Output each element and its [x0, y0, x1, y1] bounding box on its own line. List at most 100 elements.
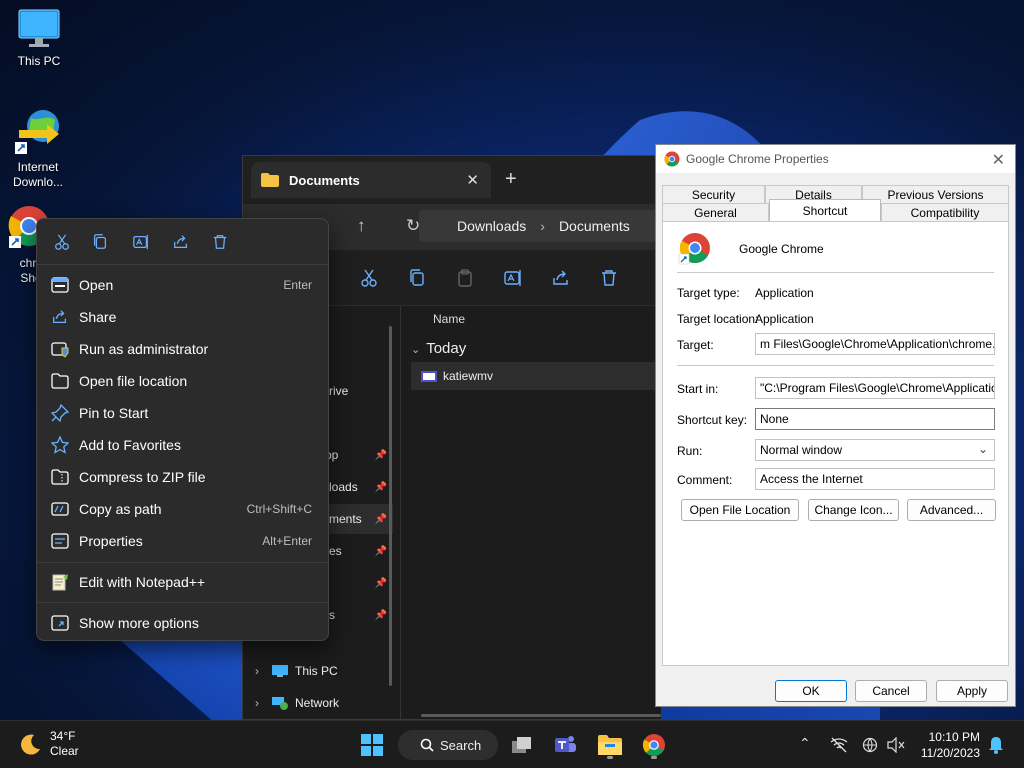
paste-icon[interactable] — [455, 268, 475, 288]
share-icon — [53, 310, 67, 324]
menu-item-run-as-administrator[interactable]: Run as administrator — [41, 334, 324, 364]
tree-item-label: Network — [295, 696, 340, 710]
ok-button[interactable]: OK — [775, 680, 847, 702]
zip-icon — [51, 469, 69, 485]
task-view-button[interactable] — [506, 729, 538, 761]
breadcrumb-documents[interactable]: Documents — [559, 218, 630, 234]
horizontal-scrollbar[interactable] — [421, 714, 661, 717]
breadcrumb-downloads[interactable]: Downloads — [457, 218, 526, 234]
folder-icon — [598, 735, 622, 755]
share-icon[interactable] — [551, 268, 571, 288]
notification-bell-icon[interactable] — [988, 736, 1004, 754]
chevron-right-icon[interactable]: › — [255, 696, 259, 710]
network-offline-icon[interactable] — [830, 737, 848, 753]
menu-item-label: Edit with Notepad++ — [79, 574, 206, 590]
divider — [677, 365, 994, 366]
nav-scrollbar[interactable] — [389, 326, 392, 686]
new-tab-button[interactable]: + — [505, 168, 517, 191]
tab-documents[interactable]: Documents ✕ — [251, 162, 491, 198]
copy-icon[interactable] — [91, 233, 109, 251]
copy-icon[interactable] — [407, 268, 427, 288]
delete-icon[interactable] — [211, 233, 229, 251]
pin-icon — [51, 404, 69, 422]
share-icon[interactable] — [172, 233, 190, 251]
menu-item-show-more-options[interactable]: Show more options — [41, 608, 324, 638]
breadcrumb[interactable]: Downloads › Documents — [419, 210, 661, 242]
tree-item-this-pc[interactable]: › This PC — [243, 656, 393, 686]
running-indicator — [651, 756, 657, 759]
menu-separator — [37, 602, 328, 603]
apply-button[interactable]: Apply — [936, 680, 1008, 702]
rename-icon[interactable] — [132, 233, 150, 251]
search-box[interactable]: Search — [398, 730, 498, 760]
tab-shortcut[interactable]: Shortcut — [769, 199, 881, 221]
cut-icon[interactable] — [53, 233, 71, 251]
chevron-up-icon[interactable]: ⌃ — [799, 735, 811, 752]
tree-item-network[interactable]: › Network — [243, 688, 393, 718]
monitor-icon — [18, 9, 60, 47]
cancel-button[interactable]: Cancel — [855, 680, 927, 702]
chrome-taskbar-button[interactable] — [638, 729, 670, 761]
pin-icon: 📌 — [374, 577, 387, 589]
delete-icon[interactable] — [599, 268, 619, 288]
rename-icon[interactable] — [503, 268, 523, 288]
folder-icon — [51, 373, 69, 389]
up-arrow-icon[interactable]: ↑ — [357, 216, 366, 236]
menu-item-label: Compress to ZIP file — [79, 469, 206, 485]
desktop-icon-this-pc[interactable]: This PC — [1, 8, 77, 69]
clock-time: 10:10 PM — [928, 730, 980, 744]
chevron-right-icon[interactable]: › — [255, 664, 259, 678]
menu-item-properties[interactable]: Properties Alt+Enter — [41, 526, 324, 556]
comment-field[interactable]: Access the Internet — [755, 468, 995, 490]
clock-date: 11/20/2023 — [920, 746, 980, 760]
start-in-field[interactable]: "C:\Program Files\Google\Chrome\Applicat… — [755, 377, 995, 399]
tab-previous-versions[interactable]: Previous Versions — [862, 185, 1009, 203]
globe-network-icon[interactable] — [862, 737, 878, 753]
clock[interactable]: 10:10 PM 11/20/2023 — [921, 729, 980, 761]
run-select[interactable]: Normal window ⌄ — [755, 439, 995, 461]
target-location-label: Target location: — [677, 312, 759, 326]
shortcut-tab-panel: Google Chrome Target type: Application T… — [662, 221, 1009, 666]
group-header-today[interactable]: ⌄ Today — [411, 340, 466, 357]
tab-close-icon[interactable]: ✕ — [466, 171, 479, 189]
start-button[interactable] — [356, 729, 388, 761]
tab-compatibility[interactable]: Compatibility — [881, 203, 1009, 221]
menu-item-add-to-favorites[interactable]: Add to Favorites — [41, 430, 324, 460]
desktop-icon-internet-download-manager[interactable]: Internet Downlo... — [0, 104, 76, 190]
search-icon — [420, 738, 434, 752]
menu-item-edit-with-notepad[interactable]: Edit with Notepad++ — [41, 567, 324, 597]
running-indicator — [607, 756, 613, 759]
pin-icon: 📌 — [374, 449, 387, 461]
menu-item-share[interactable]: Share — [41, 302, 324, 332]
menu-item-label: Properties — [79, 533, 143, 549]
advanced-button[interactable]: Advanced... — [907, 499, 996, 521]
menu-item-open[interactable]: Open Enter — [41, 270, 324, 300]
close-icon[interactable]: ✕ — [992, 150, 1005, 170]
nav-item-label: rive — [329, 384, 349, 398]
tab-security[interactable]: Security — [662, 185, 765, 203]
menu-item-open-file-location[interactable]: Open file location — [41, 366, 324, 396]
explorer-tab-bar: Documents ✕ + — [243, 156, 661, 204]
menu-item-label: Run as administrator — [79, 341, 209, 357]
open-file-location-button[interactable]: Open File Location — [681, 499, 799, 521]
file-list: Name ⌄ Today katiewmv — [403, 306, 661, 719]
shield-icon — [51, 342, 69, 358]
target-type-value: Application — [755, 286, 814, 300]
teams-button[interactable] — [549, 729, 581, 761]
speaker-muted-icon[interactable] — [887, 737, 905, 753]
file-explorer-taskbar-button[interactable] — [594, 729, 626, 761]
pin-icon: 📌 — [374, 513, 387, 525]
network-icon — [272, 697, 288, 710]
weather-widget[interactable]: 34°F Clear — [18, 729, 79, 759]
menu-item-compress-to-zip[interactable]: Compress to ZIP file — [41, 462, 324, 492]
star-icon — [51, 436, 69, 454]
column-header-name[interactable]: Name — [433, 312, 465, 326]
menu-item-copy-as-path[interactable]: Copy as path Ctrl+Shift+C — [41, 494, 324, 524]
target-field[interactable]: m Files\Google\Chrome\Application\chrome… — [755, 333, 995, 355]
shortcut-key-field[interactable]: None — [755, 408, 995, 430]
tab-general[interactable]: General — [662, 203, 769, 221]
cut-icon[interactable] — [359, 268, 379, 288]
menu-item-pin-to-start[interactable]: Pin to Start — [41, 398, 324, 428]
file-row[interactable]: katiewmv — [411, 362, 661, 390]
change-icon-button[interactable]: Change Icon... — [808, 499, 899, 521]
